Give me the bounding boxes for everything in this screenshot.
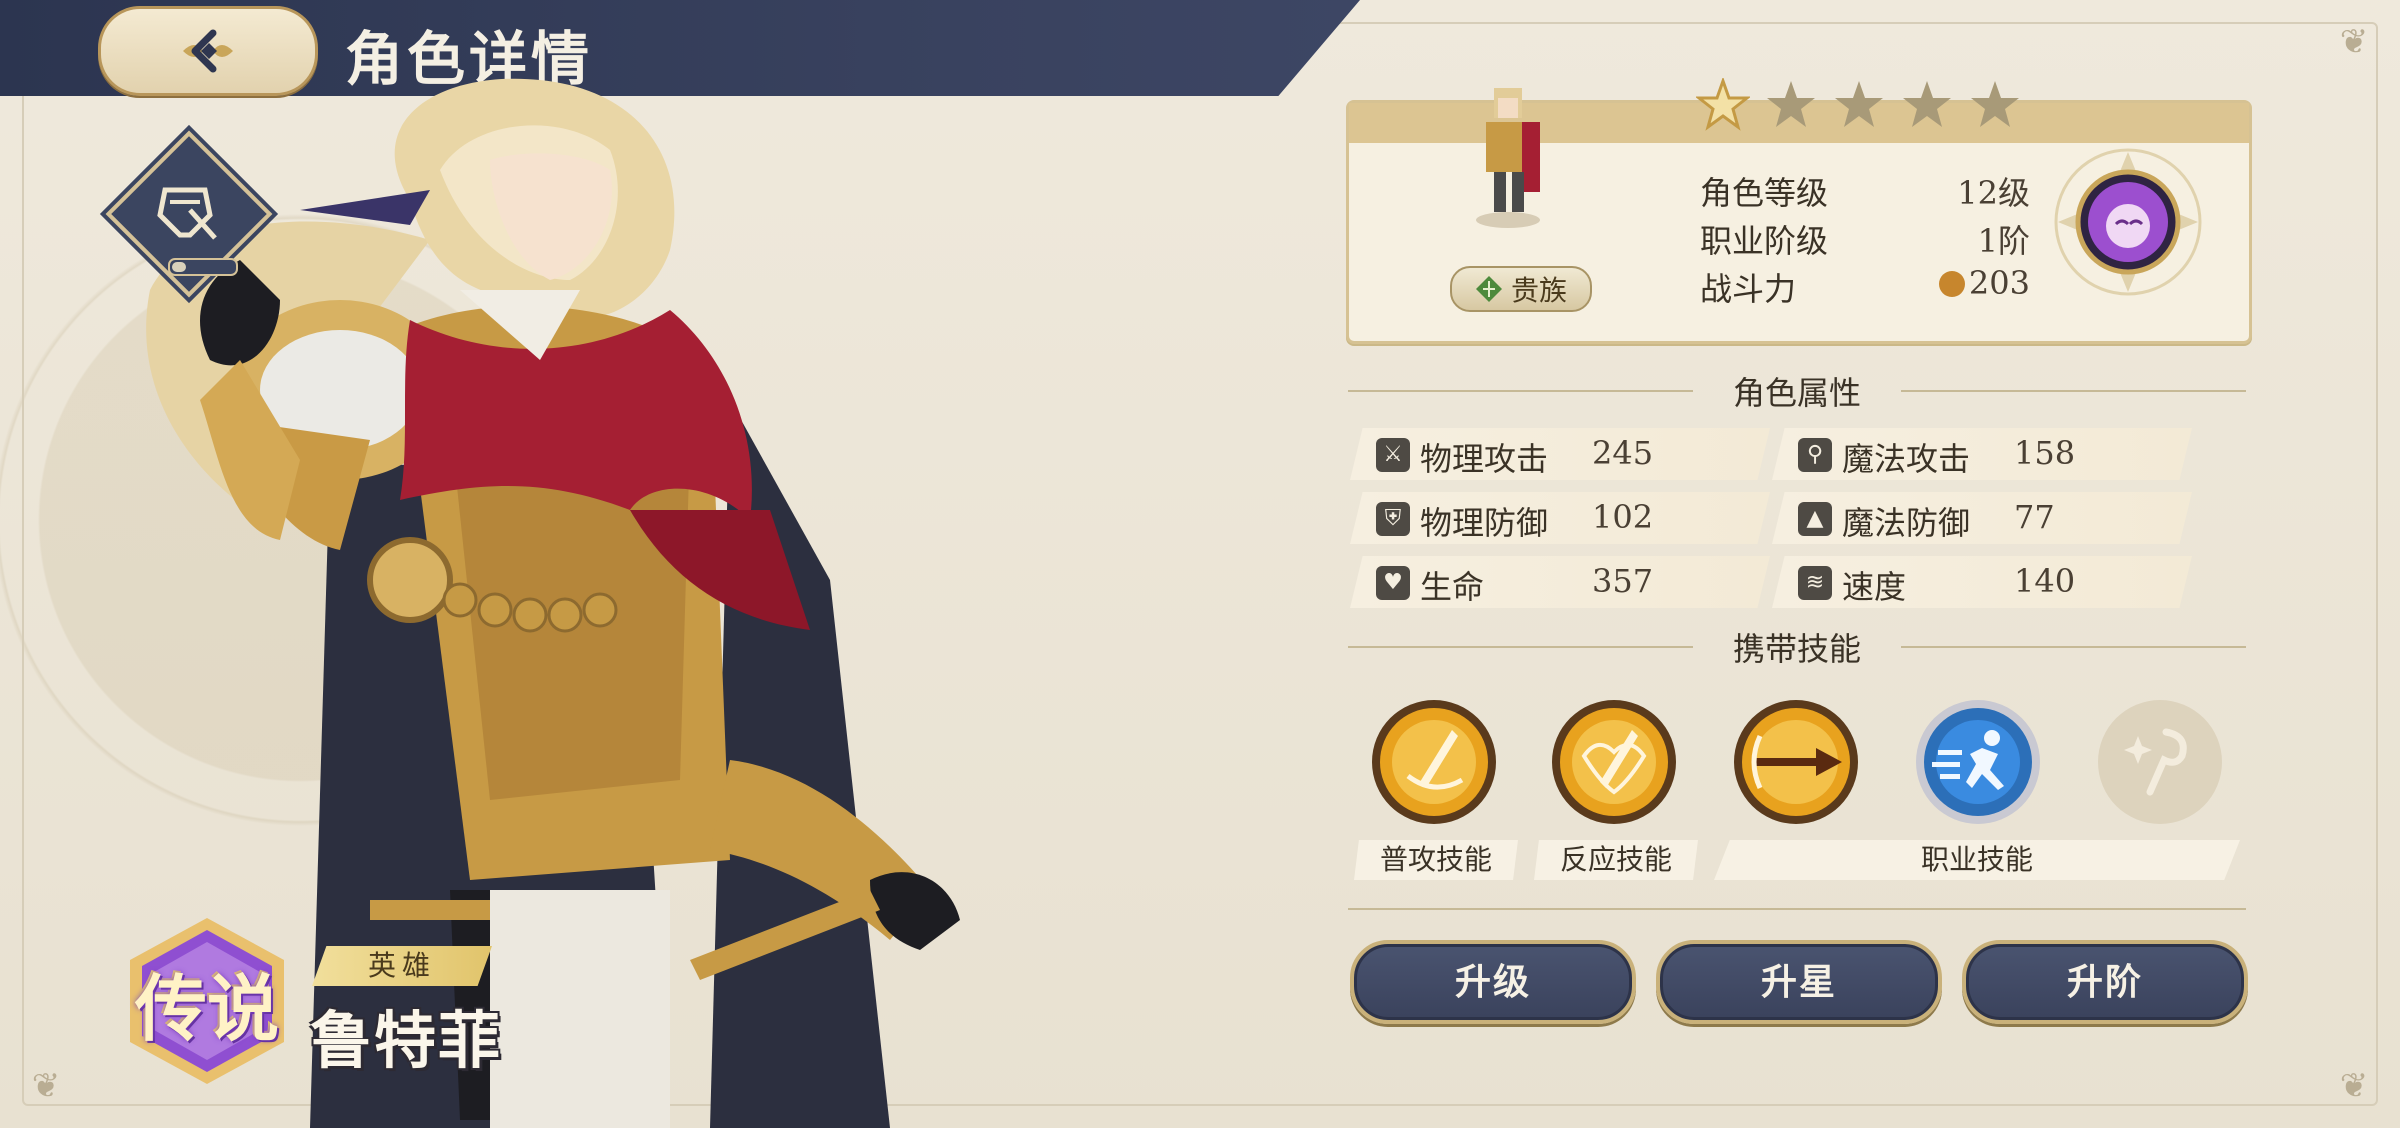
- attribute-name: 生命: [1420, 568, 1485, 606]
- divider-line: [1901, 646, 2246, 648]
- star-filled-icon: [1696, 78, 1750, 131]
- upgrade-button[interactable]: 升级: [1350, 940, 1636, 1024]
- info-label: 角色等级: [1700, 174, 1829, 212]
- hero-sprite: [1476, 88, 1540, 228]
- lineage-tag[interactable]: 贵族: [1450, 266, 1592, 312]
- info-row-level: 角色等级 12级: [1700, 168, 2030, 216]
- info-label: 战斗力: [1700, 270, 1797, 308]
- attribute-name: 物理防御: [1420, 504, 1549, 542]
- skill-label-basic: 普攻技能: [1354, 840, 1518, 880]
- info-value-wrap: 203: [1938, 264, 2030, 302]
- attribute-name: 物理攻击: [1420, 440, 1549, 478]
- rarity-label: 传说: [134, 966, 279, 1051]
- attribute-magic-attack: ⚲ 魔法攻击 158: [1772, 428, 2192, 480]
- info-rows: 角色等级 12级 职业阶级 1阶 战斗力 203: [1700, 168, 2030, 312]
- attribute-speed: ≋ 速度 140: [1772, 556, 2192, 608]
- skill-slot-class-2[interactable]: [1912, 696, 2044, 828]
- star-up-button[interactable]: 升星: [1656, 940, 1942, 1024]
- attribute-value: 158: [2014, 434, 2076, 472]
- lineage-label: 贵族: [1510, 274, 1567, 307]
- attribute-name: 魔法防御: [1842, 504, 1971, 542]
- skill-slot-reaction[interactable]: [1548, 696, 1680, 828]
- divider-line: [1348, 908, 2246, 910]
- corner-ornament-icon: ❦: [2339, 22, 2369, 62]
- hero-type-tag: 英雄: [312, 946, 492, 986]
- star-rating: [1696, 78, 2022, 132]
- info-value: 1阶: [1977, 222, 2030, 260]
- attribute-magic-defense: ▲ 魔法防御 77: [1772, 492, 2192, 544]
- knight-helmet-icon: [157, 187, 217, 240]
- attribute-name: 魔法攻击: [1842, 440, 1971, 478]
- hero-name: 鲁特菲: [310, 1004, 503, 1077]
- star-empty-icon: [1903, 81, 1951, 127]
- skill-slot-class-3-locked[interactable]: [2094, 696, 2226, 828]
- corner-ornament-icon: ❦: [2339, 1066, 2369, 1106]
- corner-ornament-icon: ❦: [31, 1066, 61, 1106]
- sword-icon: ⚔: [1376, 438, 1410, 472]
- attribute-value: 77: [2014, 498, 2055, 536]
- wizard-hat-icon: ▲: [1798, 502, 1832, 536]
- attribute-physical-attack: ⚔ 物理攻击 245: [1350, 428, 1770, 480]
- shield-icon: ⛨: [1376, 502, 1410, 536]
- info-row-class-rank: 职业阶级 1阶: [1700, 216, 2030, 264]
- skill-slot-basic[interactable]: [1368, 696, 1500, 828]
- info-row-power: 战斗力 203: [1700, 264, 2030, 312]
- star-empty-icon: [1835, 81, 1883, 127]
- divider-line: [1901, 390, 2246, 392]
- skills-header: 携带技能: [1348, 628, 2246, 668]
- fire-icon: [1938, 271, 1965, 297]
- attributes-header: 角色属性: [1348, 372, 2246, 412]
- skill-slot-class-1[interactable]: [1730, 696, 1862, 828]
- info-value: 12级: [1957, 174, 2030, 212]
- skill-label-class: 职业技能: [1714, 840, 2240, 880]
- star-empty-icon: [1767, 81, 1815, 127]
- attribute-hp: ♥ 生命 357: [1350, 556, 1770, 608]
- attribute-value: 245: [1592, 434, 1654, 472]
- rank-up-button[interactable]: 升阶: [1962, 940, 2248, 1024]
- info-label: 职业阶级: [1700, 222, 1829, 260]
- class-progress-bar: [168, 258, 238, 276]
- heart-icon: ♥: [1376, 566, 1410, 600]
- skill-label-reaction: 反应技能: [1534, 840, 1698, 880]
- info-value: 203: [1968, 264, 2030, 302]
- wand-icon: ⚲: [1798, 438, 1832, 472]
- spirit-orb-button[interactable]: [2052, 146, 2204, 298]
- wing-icon: ≋: [1798, 566, 1832, 600]
- star-empty-icon: [1971, 81, 2019, 127]
- attribute-value: 357: [1592, 562, 1654, 600]
- attribute-physical-defense: ⛨ 物理防御 102: [1350, 492, 1770, 544]
- attribute-value: 140: [2014, 562, 2076, 600]
- attribute-value: 102: [1592, 498, 1654, 536]
- lineage-diamond-icon: [1475, 276, 1502, 302]
- attribute-name: 速度: [1842, 568, 1907, 606]
